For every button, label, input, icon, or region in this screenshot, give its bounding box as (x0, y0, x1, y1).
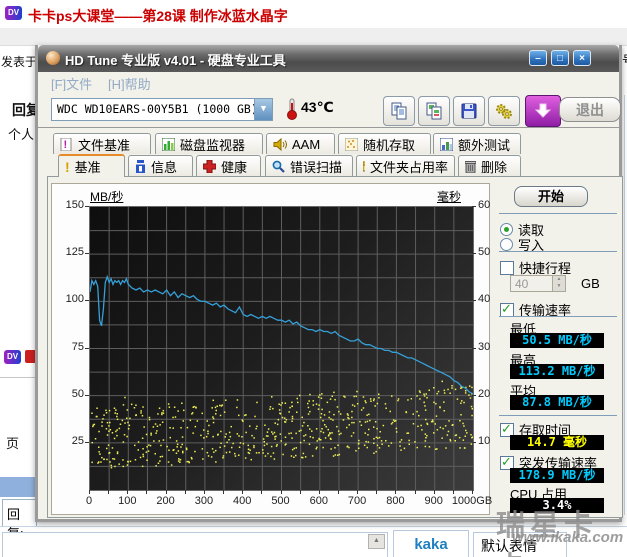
reply-box: 回复: (2, 499, 37, 527)
personal-fragment: 个人 (8, 124, 34, 143)
extra-tests-icon (440, 138, 453, 151)
tab-folder-usage[interactable]: 文件夹占用率 (356, 155, 455, 176)
save-button[interactable] (453, 96, 485, 126)
speaker-icon (273, 138, 287, 151)
start-button[interactable]: 开始 (514, 186, 588, 207)
plot-area (89, 206, 474, 491)
divider (499, 415, 617, 416)
checkbox-icon (500, 261, 514, 275)
download-update-button[interactable] (525, 95, 561, 127)
download-arrow-icon (533, 101, 553, 121)
page-gray-strip (0, 28, 627, 46)
magnifier-icon (272, 160, 285, 173)
gears-icon (495, 102, 513, 120)
divider (499, 213, 617, 214)
save-icon (460, 102, 478, 120)
page-right-border (624, 95, 625, 515)
copy-text-button[interactable] (383, 96, 415, 126)
spinner-arrows-icon[interactable]: ▲▼ (552, 276, 565, 291)
reply-input[interactable]: ▲ (2, 532, 388, 557)
toolbar: WDC WD10EARS-00Y5B1 (1000 GB) ▼ 43℃ (38, 91, 619, 128)
tab-benchmark[interactable]: ! 基准 (58, 154, 125, 177)
kaka-button[interactable]: kaka (393, 530, 469, 557)
divider (499, 251, 617, 252)
maximize-button[interactable]: □ (551, 50, 569, 66)
drive-select-value: WDC WD10EARS-00Y5B1 (1000 GB) (57, 102, 258, 116)
avg-value: 87.8 MB/秒 (510, 395, 604, 410)
options-button[interactable] (488, 96, 520, 126)
dv-badge-icon[interactable]: DV (4, 350, 21, 364)
page-char-fragment: 页 (6, 433, 19, 452)
tab-info[interactable]: 信息 (128, 155, 193, 176)
temperature-value: 43℃ (301, 99, 334, 116)
random-access-icon (345, 138, 358, 151)
page-divider (0, 377, 35, 378)
hdtune-app-icon (46, 51, 60, 65)
right-axis-title: 毫秒 (437, 188, 461, 205)
ikaka-url-watermark: www.ikaka.com (512, 529, 623, 546)
drive-select[interactable]: WDC WD10EARS-00Y5B1 (1000 GB) ▼ (51, 98, 273, 121)
access-time-value: 14.7 毫秒 (510, 435, 604, 450)
page-banner-title: 卡卡ps大课堂——第28课 制作冰蓝水晶字 (28, 6, 288, 26)
checkbox-icon (500, 303, 514, 317)
tab-error-scan[interactable]: 错误扫描 (265, 155, 353, 176)
corner-char-fragment: 号 (622, 50, 627, 69)
info-icon (135, 160, 146, 173)
chevron-down-icon[interactable]: ▼ (254, 99, 272, 120)
left-axis-title: MB/秒 (90, 188, 123, 205)
page-blue-band (0, 477, 35, 497)
exit-button[interactable]: 退出 (559, 97, 621, 122)
tab-disk-monitor[interactable]: 磁盘监视器 (155, 133, 263, 154)
benchmark-icon: ! (65, 159, 70, 175)
close-button[interactable]: × (573, 50, 591, 66)
benchmark-controls: 开始 读取 写入 快捷行程 40 ▲▼ GB 传输速率 (495, 180, 621, 516)
tab-delete[interactable]: 删除 (458, 155, 521, 176)
copy-image-button[interactable] (418, 96, 450, 126)
benchmark-chart: MB/秒 毫秒 15012510075502560504030201001002… (51, 183, 490, 515)
page-top-banner: DV 卡卡ps大课堂——第28课 制作冰蓝水晶字 (0, 0, 627, 28)
tab-random-access[interactable]: 随机存取 (338, 133, 431, 154)
kaka-label: kaka (414, 536, 447, 553)
titlebar[interactable]: HD Tune 专业版 v4.01 - 硬盘专业工具 – □ × (38, 45, 619, 72)
posted-on-fragment: 发表于 (1, 53, 37, 70)
minimize-button[interactable]: – (529, 50, 547, 66)
menubar: [F]文件 [H]帮助 (38, 72, 619, 91)
hdtune-window: HD Tune 专业版 v4.01 - 硬盘专业工具 – □ × [F]文件 [… (35, 45, 622, 522)
divider (499, 316, 617, 317)
health-cross-icon (203, 160, 216, 173)
disk-monitor-icon (162, 138, 175, 151)
min-value: 50.5 MB/秒 (510, 333, 604, 348)
plot-svg (90, 207, 473, 490)
copy-text-icon (390, 102, 408, 120)
trash-icon (465, 160, 476, 173)
folder-icon (363, 160, 365, 172)
gb-unit-label: GB (581, 276, 600, 291)
tab-health[interactable]: 健康 (196, 155, 261, 176)
radio-icon (500, 238, 513, 251)
window-title: HD Tune 专业版 v4.01 - 硬盘专业工具 (65, 50, 286, 69)
copy-image-icon (425, 102, 443, 120)
max-value: 113.2 MB/秒 (510, 364, 604, 379)
screen: DV 卡卡ps大课堂——第28课 制作冰蓝水晶字 发表于 回复 个人 DV 页 … (0, 0, 627, 557)
short-stroke-size-stepper[interactable]: 40 ▲▼ (510, 275, 566, 292)
burst-rate-value: 178.9 MB/秒 (510, 468, 604, 483)
svg-text:!: ! (64, 139, 68, 151)
tab-extra-tests[interactable]: 额外测试 (433, 133, 521, 154)
tab-file-benchmark[interactable]: ! 文件基准 (53, 133, 151, 154)
scroll-up-icon[interactable]: ▲ (368, 534, 385, 549)
dv-badge-icon: DV (5, 6, 22, 20)
tab-aam[interactable]: AAM (266, 133, 335, 154)
file-benchmark-icon: ! (60, 138, 73, 151)
thermometer-icon (286, 97, 298, 121)
